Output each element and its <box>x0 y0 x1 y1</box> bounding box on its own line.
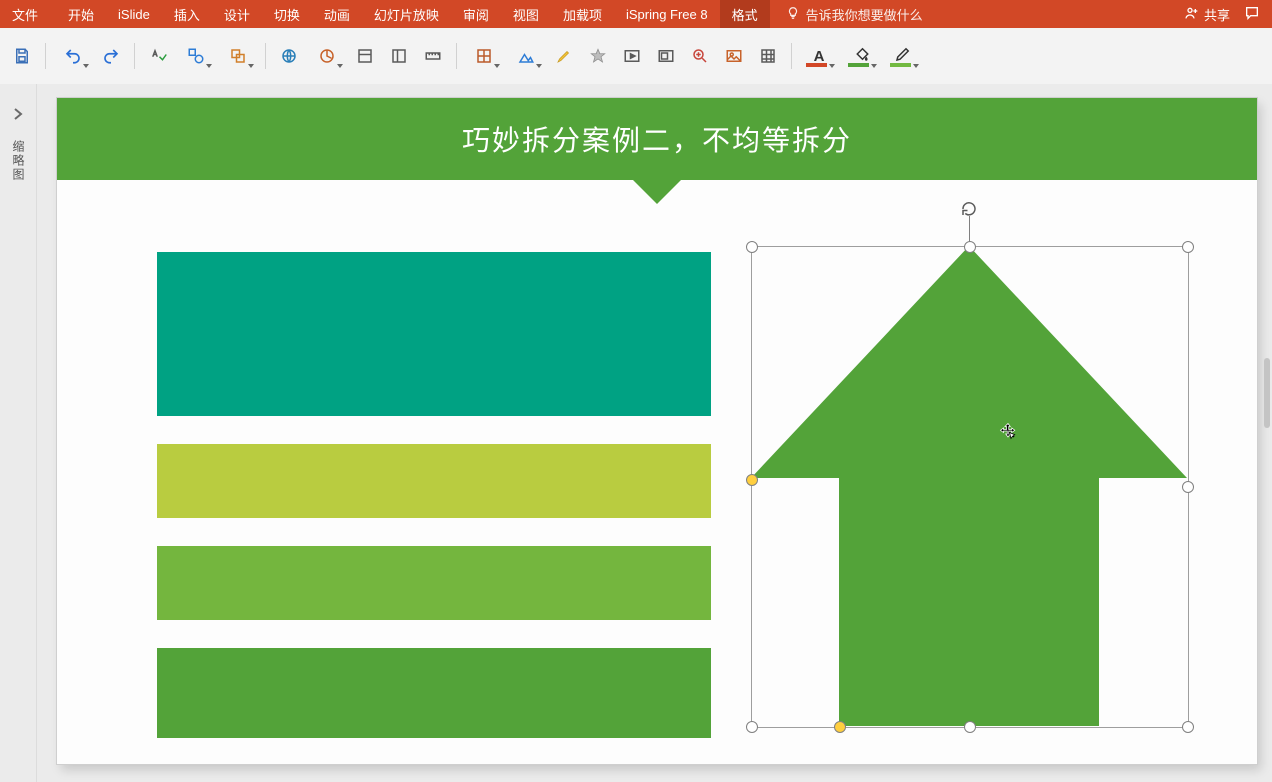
chevron-right-icon <box>10 106 26 122</box>
resize-handle-nw[interactable] <box>746 241 758 253</box>
tab-home[interactable]: 开始 <box>56 0 106 28</box>
tab-view[interactable]: 视图 <box>501 0 551 28</box>
tab-addins[interactable]: 加载项 <box>551 0 614 28</box>
tell-me-box[interactable]: 告诉我你想要做什么 <box>776 0 933 28</box>
thumbnails-pane-collapsed[interactable]: 缩略图 <box>0 84 37 782</box>
resize-handle-n[interactable] <box>964 241 976 253</box>
guides-button[interactable] <box>466 42 502 70</box>
resize-handle-s[interactable] <box>964 721 976 733</box>
share-label: 共享 <box>1204 5 1230 24</box>
layout-button[interactable] <box>385 42 413 70</box>
resize-handle-ne[interactable] <box>1182 241 1194 253</box>
lightbulb-icon <box>786 6 800 23</box>
person-share-icon <box>1184 5 1200 24</box>
undo-button[interactable] <box>55 42 91 70</box>
media-button[interactable] <box>618 42 646 70</box>
tab-ispring[interactable]: iSpring Free 8 <box>614 0 720 28</box>
thumbnails-label: 缩略图 <box>10 140 27 182</box>
slide-canvas-area[interactable]: 巧妙拆分案例二，不均等拆分 <box>37 84 1272 782</box>
slide-title-bar: 巧妙拆分案例二，不均等拆分 <box>57 98 1257 180</box>
shape-fill-button[interactable] <box>843 42 879 70</box>
globe-button[interactable] <box>275 42 303 70</box>
resize-handle-se[interactable] <box>1182 721 1194 733</box>
font-a-icon: A <box>814 48 825 65</box>
save-button[interactable] <box>8 42 36 70</box>
up-arrow-shape[interactable] <box>751 246 1187 726</box>
ribbon-tab-strip: 文件 开始 iSlide 插入 设计 切换 动画 幻灯片放映 审阅 视图 加载项… <box>0 0 1272 28</box>
tab-format[interactable]: 格式 <box>720 0 770 28</box>
share-button[interactable]: 共享 <box>1184 5 1230 24</box>
rectangle-shape-green[interactable] <box>157 648 711 738</box>
zoom-button[interactable] <box>686 42 714 70</box>
slide[interactable]: 巧妙拆分案例二，不均等拆分 <box>57 98 1257 764</box>
shapes-gallery-button[interactable] <box>178 42 214 70</box>
comment-icon <box>1244 9 1260 24</box>
tab-design[interactable]: 设计 <box>212 0 262 28</box>
insert-picture-button[interactable] <box>720 42 748 70</box>
vertical-scrollbar[interactable] <box>1262 98 1272 768</box>
comments-button[interactable] <box>1244 5 1260 24</box>
rectangle-shape-lime[interactable] <box>157 444 711 518</box>
tab-slideshow[interactable]: 幻灯片放映 <box>362 0 451 28</box>
scrollbar-thumb[interactable] <box>1264 358 1270 428</box>
ruler-button[interactable] <box>419 42 447 70</box>
slide-title-text: 巧妙拆分案例二，不均等拆分 <box>462 119 852 159</box>
tab-review[interactable]: 审阅 <box>451 0 501 28</box>
font-color-button[interactable]: A <box>801 42 837 70</box>
tab-animations[interactable]: 动画 <box>312 0 362 28</box>
resize-handle-sw[interactable] <box>746 721 758 733</box>
tab-transitions[interactable]: 切换 <box>262 0 312 28</box>
title-notch-triangle <box>633 180 681 204</box>
section-button[interactable] <box>351 42 379 70</box>
picture-effects-button[interactable] <box>508 42 544 70</box>
highlight-button[interactable] <box>550 42 578 70</box>
animation-pane-button[interactable] <box>584 42 612 70</box>
adjust-handle-w[interactable] <box>746 474 758 486</box>
spellcheck-button[interactable] <box>144 42 172 70</box>
rectangle-shape-teal[interactable] <box>157 252 711 416</box>
rectangle-shape-light-green[interactable] <box>157 546 711 620</box>
resize-handle-e[interactable] <box>1182 481 1194 493</box>
table-button[interactable] <box>754 42 782 70</box>
screenshot-button[interactable] <box>652 42 680 70</box>
up-arrow-icon <box>751 246 1187 726</box>
rotation-handle[interactable] <box>960 200 978 218</box>
adjust-handle-s[interactable] <box>834 721 846 733</box>
tell-me-label: 告诉我你想要做什么 <box>806 5 923 24</box>
tab-islide[interactable]: iSlide <box>106 0 162 28</box>
redo-button[interactable] <box>97 42 125 70</box>
quick-access-toolbar: A <box>0 28 1272 85</box>
tab-file[interactable]: 文件 <box>0 0 56 28</box>
chart-button[interactable] <box>309 42 345 70</box>
arrange-button[interactable] <box>220 42 256 70</box>
shape-outline-button[interactable] <box>885 42 921 70</box>
tab-insert[interactable]: 插入 <box>162 0 212 28</box>
